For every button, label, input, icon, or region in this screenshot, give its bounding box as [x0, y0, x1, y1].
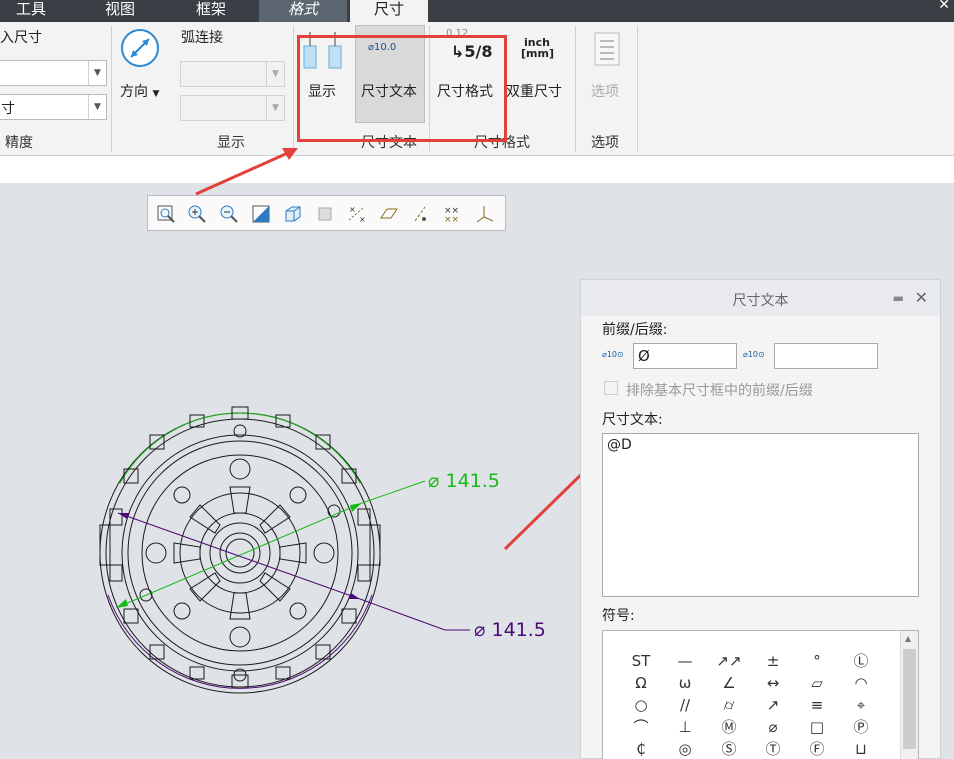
symbol-button[interactable]: □ — [803, 717, 831, 737]
symbol-button[interactable]: ↔ — [759, 673, 787, 693]
dim-text-label: 尺寸文本: — [602, 412, 663, 428]
symbol-button[interactable]: ↗↗ — [715, 651, 743, 671]
symbol-button[interactable]: ⌭ — [715, 695, 743, 715]
symbol-button[interactable]: ST — [627, 651, 655, 671]
symbol-button[interactable]: ⊥ — [671, 717, 699, 737]
prefix-value: Ø — [638, 347, 650, 365]
symbol-button[interactable]: ◎ — [671, 739, 699, 759]
exclude-checkbox[interactable] — [604, 381, 618, 395]
pin-icon[interactable]: ▬ — [893, 291, 904, 305]
scrollbar[interactable]: ▲ — [900, 631, 918, 759]
symbol-button[interactable]: ω — [671, 673, 699, 693]
symbol-button[interactable]: ⌖ — [847, 695, 875, 715]
panel-header: 尺寸文本 ▬ ✕ — [581, 280, 940, 316]
symbol-button[interactable]: ° — [803, 651, 831, 671]
symbol-button[interactable]: ± — [759, 651, 787, 671]
symbol-button[interactable]: Ⓢ — [715, 739, 743, 759]
prefix-input[interactable]: Ø — [633, 343, 737, 369]
symbols-label: 符号: — [602, 608, 635, 624]
symbol-button[interactable]: Ⓟ — [847, 717, 875, 737]
prefix-icon: ⌀10⊙ — [602, 350, 624, 359]
prefix-suffix-label: 前缀/后缀: — [602, 322, 668, 338]
symbol-button[interactable]: ≡ — [803, 695, 831, 715]
symbol-button[interactable]: Ω — [627, 673, 655, 693]
dim-text-value: @D — [607, 437, 632, 453]
scroll-up-icon[interactable]: ▲ — [905, 634, 911, 643]
exclude-checkbox-label: 排除基本尺寸框中的前缀/后缀 — [626, 383, 813, 399]
symbol-button[interactable]: Ⓛ — [847, 651, 875, 671]
symbol-button[interactable]: ₵ — [627, 739, 655, 759]
symbol-button[interactable]: // — [671, 695, 699, 715]
symbol-button[interactable]: ▱ — [803, 673, 831, 693]
dim-text-panel: 尺寸文本 ▬ ✕ 前缀/后缀: ⌀10⊙ Ø ⌀10⊙ 排除基本尺寸框中的前缀/… — [580, 279, 941, 759]
symbol-button[interactable]: — — [671, 651, 699, 671]
symbol-button[interactable]: ⌒ — [627, 717, 655, 737]
symbol-button[interactable]: ∠ — [715, 673, 743, 693]
symbol-button[interactable]: Ⓣ — [759, 739, 787, 759]
scrollbar-thumb[interactable] — [903, 649, 916, 749]
suffix-input[interactable] — [774, 343, 878, 369]
symbol-button[interactable]: ◠ — [847, 673, 875, 693]
symbol-palette: ST — ↗↗ ± ° Ⓛ Ωω ∠ ↔ ▱ ◠ ○ // ⌭ ↗ ≡ ⌖ ⌒ ⊥ Ⓜ ⌀ □ Ⓟ ₵ ◎ Ⓢ Ⓣ Ⓕ ⊔ ▲ — [602, 630, 919, 759]
panel-title: 尺寸文本 — [732, 293, 789, 309]
dim-text-input[interactable]: @D — [602, 433, 919, 597]
symbol-button[interactable]: ⌀ — [759, 717, 787, 737]
close-icon[interactable]: ✕ — [915, 288, 928, 307]
symbol-button[interactable]: ⊔ — [847, 739, 875, 759]
symbol-button[interactable]: Ⓜ — [715, 717, 743, 737]
symbol-button[interactable]: Ⓕ — [803, 739, 831, 759]
symbol-button[interactable]: ○ — [627, 695, 655, 715]
suffix-icon: ⌀10⊙ — [743, 350, 765, 359]
symbol-button[interactable]: ↗ — [759, 695, 787, 715]
